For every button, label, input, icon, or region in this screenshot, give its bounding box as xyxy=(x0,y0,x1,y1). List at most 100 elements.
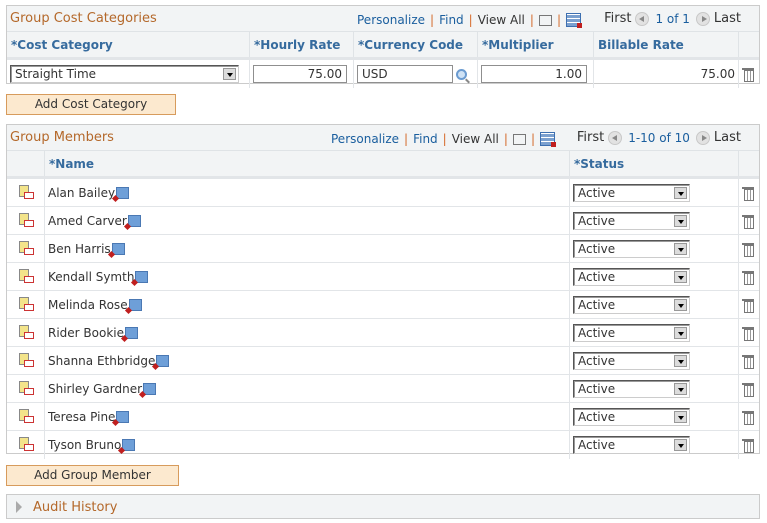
related-content-icon[interactable] xyxy=(116,186,130,199)
member-row: Kendall Symth Active xyxy=(7,263,759,291)
hourly-rate-input[interactable]: 75.00 xyxy=(253,65,347,83)
delete-row-icon[interactable] xyxy=(742,354,754,369)
audit-history-title[interactable]: Audit History xyxy=(33,500,117,515)
column-cost-category: *Cost Category xyxy=(7,32,250,57)
group-members-pager: First 1-10 of 10 Last xyxy=(577,130,741,145)
status-select[interactable]: Active xyxy=(573,436,690,454)
multiplier-input[interactable]: 1.00 xyxy=(481,65,587,83)
status-select[interactable]: Active xyxy=(573,407,690,426)
cost-categories-grid: Group Cost Categories Personalize | Find |… xyxy=(6,5,760,88)
status-select[interactable]: Active xyxy=(573,351,690,370)
cost-category-select[interactable]: Straight Time xyxy=(10,65,239,83)
delete-row-icon[interactable] xyxy=(742,242,754,257)
column-billable-rate: Billable Rate xyxy=(594,32,739,57)
new-window-icon[interactable] xyxy=(512,133,526,145)
related-content-icon[interactable] xyxy=(127,214,141,227)
view-all-link[interactable]: View All xyxy=(452,132,499,146)
add-group-member-button[interactable]: Add Group Member xyxy=(6,465,179,486)
delete-row-icon[interactable] xyxy=(742,382,754,397)
delete-row-icon[interactable] xyxy=(742,298,754,313)
related-content-icon[interactable] xyxy=(116,410,130,423)
related-content-icon[interactable] xyxy=(122,439,136,451)
expand-triangle-icon[interactable] xyxy=(16,501,22,513)
view-all-link[interactable]: View All xyxy=(478,13,525,27)
row-detail-icon[interactable] xyxy=(18,184,34,201)
chevron-down-icon xyxy=(674,214,687,227)
row-detail-icon[interactable] xyxy=(18,268,34,285)
member-row: Melinda Rose Active xyxy=(7,291,759,319)
column-hourly-rate: *Hourly Rate xyxy=(250,32,354,57)
row-detail-icon[interactable] xyxy=(18,240,34,257)
column-status: *Status xyxy=(570,151,739,176)
cost-categories-nav: Personalize | Find | View All | | xyxy=(357,13,582,28)
row-count: 1 of 1 xyxy=(655,11,690,26)
member-name: Teresa Pine xyxy=(48,409,116,424)
personalize-link[interactable]: Personalize xyxy=(331,132,399,146)
related-content-icon[interactable] xyxy=(143,382,157,395)
next-icon[interactable] xyxy=(695,130,710,145)
status-select[interactable]: Active xyxy=(573,211,690,230)
status-select[interactable]: Active xyxy=(573,295,690,314)
status-select[interactable]: Active xyxy=(573,323,690,342)
delete-row-icon[interactable] xyxy=(742,67,754,82)
delete-row-icon[interactable] xyxy=(742,438,754,453)
new-window-icon[interactable] xyxy=(538,14,552,26)
column-multiplier: *Multiplier xyxy=(478,32,594,57)
lookup-icon[interactable] xyxy=(456,68,467,80)
row-detail-icon[interactable] xyxy=(18,324,34,341)
member-row: Shirley Gardner Active xyxy=(7,375,759,403)
related-content-icon[interactable] xyxy=(156,354,170,367)
chevron-down-icon xyxy=(674,298,687,311)
member-name: Shirley Gardner xyxy=(48,381,143,396)
last-link[interactable]: Last xyxy=(714,130,741,145)
previous-icon[interactable] xyxy=(635,11,650,26)
first-link[interactable]: First xyxy=(577,130,604,145)
related-content-icon[interactable] xyxy=(128,298,142,311)
previous-icon[interactable] xyxy=(608,130,623,145)
row-detail-icon[interactable] xyxy=(18,380,34,397)
last-link[interactable]: Last xyxy=(714,11,741,26)
status-select[interactable]: Active xyxy=(573,379,690,398)
chevron-down-icon xyxy=(674,242,687,255)
row-detail-icon[interactable] xyxy=(18,408,34,425)
group-members-nav: Personalize | Find | View All | | xyxy=(331,132,556,147)
cost-category-row: Straight Time 75.00 USD 1.00 75.00 xyxy=(7,60,759,88)
row-detail-icon[interactable] xyxy=(18,352,34,369)
chevron-down-icon xyxy=(674,382,687,395)
row-detail-icon[interactable] xyxy=(18,437,34,453)
member-row: Amed Carver Active xyxy=(7,207,759,235)
cost-categories-pager: First 1 of 1 Last xyxy=(604,11,741,26)
delete-row-icon[interactable] xyxy=(742,410,754,425)
first-link[interactable]: First xyxy=(604,11,631,26)
member-name: Melinda Rose xyxy=(48,297,128,312)
cost-categories-title: Group Cost Categories xyxy=(10,11,157,26)
personalize-link[interactable]: Personalize xyxy=(357,13,425,27)
currency-code-input[interactable]: USD xyxy=(357,65,453,83)
group-members-header: Group Members Personalize | Find | View Al… xyxy=(7,125,759,151)
find-link[interactable]: Find xyxy=(439,13,464,27)
related-content-icon[interactable] xyxy=(135,270,149,283)
status-select[interactable]: Active xyxy=(573,183,690,202)
add-cost-category-button[interactable]: Add Cost Category xyxy=(6,94,176,115)
row-detail-icon[interactable] xyxy=(18,212,34,229)
member-name: Amed Carver xyxy=(48,213,127,228)
group-members-column-headers: *Name *Status xyxy=(7,151,759,179)
download-grid-icon[interactable] xyxy=(565,13,582,28)
member-row: Teresa Pine Active xyxy=(7,403,759,431)
find-link[interactable]: Find xyxy=(413,132,438,146)
member-rows: Alan Bailey Active Amed Carver Active Be… xyxy=(7,179,759,459)
delete-row-icon[interactable] xyxy=(742,214,754,229)
chevron-down-icon xyxy=(223,68,236,80)
row-detail-icon[interactable] xyxy=(18,296,34,313)
related-content-icon[interactable] xyxy=(111,242,125,255)
audit-history-section[interactable]: Audit History xyxy=(6,494,760,519)
related-content-icon[interactable] xyxy=(125,326,139,339)
next-icon[interactable] xyxy=(695,11,710,26)
delete-row-icon[interactable] xyxy=(742,186,754,201)
delete-row-icon[interactable] xyxy=(742,270,754,285)
member-name: Shanna Ethbridge xyxy=(48,353,156,368)
status-select[interactable]: Active xyxy=(573,267,690,286)
status-select[interactable]: Active xyxy=(573,239,690,258)
delete-row-icon[interactable] xyxy=(742,326,754,341)
download-grid-icon[interactable] xyxy=(539,132,556,147)
